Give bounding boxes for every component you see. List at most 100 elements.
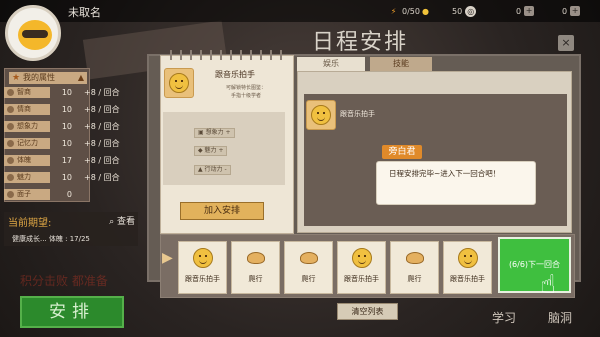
crawl-icon: [406, 252, 424, 264]
smile-icon: [311, 105, 331, 125]
join-schedule-button[interactable]: 加入安排: [180, 202, 264, 220]
card-spiral: [170, 50, 282, 60]
close-button[interactable]: ×: [558, 35, 574, 51]
attribute-increment: +8 / 回合: [84, 138, 120, 148]
slot-icon: [457, 247, 479, 269]
card-description: 可解锁特长图鉴： 手指十级学者: [225, 85, 266, 99]
attribute-row: 体魄 17 +8 / 回合: [4, 154, 144, 166]
expectation-title: 当前期望:: [8, 218, 52, 229]
narrator-bubble[interactable]: 日程安排完毕~进入下一回合吧！: [376, 161, 536, 205]
schedule-button[interactable]: 安排: [20, 296, 124, 328]
tab-entertainment[interactable]: 娱乐: [297, 57, 365, 71]
expectation-view-link[interactable]: ⌕ 查看: [109, 214, 135, 227]
slot-icon: [404, 247, 426, 269]
gem-icon: ◎: [465, 5, 477, 17]
slot-label: 跟音乐拍手: [344, 275, 379, 283]
coin-value-box: 50 ◎: [452, 4, 477, 18]
attribute-value: 10: [61, 87, 72, 97]
stat-action: ▲ 行动力 -: [194, 165, 231, 175]
player-name: 未取名: [68, 6, 101, 19]
energy-counter: ⚡ 0/50: [388, 4, 420, 18]
avatar-sunglasses: [22, 30, 48, 38]
attribute-value: 10: [61, 121, 72, 131]
attribute-value: 17: [61, 155, 72, 165]
coin-value: 50: [452, 6, 463, 16]
activity-list-item[interactable]: [306, 100, 336, 130]
crawl-icon: [300, 252, 318, 264]
attribute-value: 10: [61, 172, 72, 182]
smile-icon: [169, 73, 189, 93]
coin-icon: ●: [422, 6, 429, 16]
schedule-slot[interactable]: 爬行: [390, 241, 439, 294]
attribute-label: 体魄: [4, 154, 50, 166]
slot-label: 爬行: [248, 275, 263, 283]
attribute-value: 0: [66, 189, 72, 199]
attribute-icon: [7, 139, 14, 147]
clap-activity-icon: [164, 68, 194, 98]
gem-counter: 0 +: [516, 4, 535, 18]
smile-icon: [193, 248, 213, 268]
attribute-icon: [7, 173, 14, 181]
slot-label: 跟音乐拍手: [185, 275, 220, 283]
attribute-label: 智商: [4, 86, 50, 98]
slot-label: 爬行: [407, 275, 422, 283]
tab-skills[interactable]: 技能: [370, 57, 432, 71]
attribute-row: 魅力 10 +8 / 回合: [4, 171, 144, 183]
stat-imagination: ▣ 想象力 +: [194, 128, 235, 138]
attribute-value: 10: [61, 104, 72, 114]
gem-value: 0: [516, 6, 522, 16]
slot-icon: [245, 247, 267, 269]
attribute-label: 想象力: [4, 120, 50, 132]
attribute-icon: [7, 190, 14, 198]
strip-arrow-icon[interactable]: ▶: [162, 250, 174, 274]
card-name: 跟音乐拍手: [215, 70, 255, 79]
smile-icon: [458, 248, 478, 268]
attribute-row: 智商 10 +8 / 回合: [4, 86, 144, 98]
attribute-icon: [7, 88, 14, 96]
avatar[interactable]: [5, 5, 61, 61]
attribute-increment: +8 / 回合: [84, 121, 120, 131]
narrator-name: 旁白君: [382, 145, 422, 159]
attribute-label: 记忆力: [4, 137, 50, 149]
schedule-slot[interactable]: 跟音乐拍手: [443, 241, 492, 294]
energy-icon: ⚡: [390, 6, 397, 16]
attributes-title: ★ 我的属性 ▲: [9, 72, 87, 84]
attribute-increment: +8 / 回合: [84, 104, 120, 114]
crawl-icon: [247, 252, 265, 264]
brainstorm-tab-label[interactable]: 脑洞: [548, 309, 572, 326]
attribute-increment: +8 / 回合: [84, 155, 120, 165]
attribute-row: 想象力 10 +8 / 回合: [4, 120, 144, 132]
attribute-label: 面子: [4, 188, 50, 200]
faded-label: 积分击败 都准备: [20, 274, 108, 288]
slot-icon: [192, 247, 214, 269]
schedule-slot[interactable]: 爬行: [284, 241, 333, 294]
imagination-icon: ▣: [198, 129, 206, 136]
slot-label: 爬行: [301, 275, 316, 283]
attribute-label: 情商: [4, 103, 50, 115]
stat-charm: ◆ 魅力 +: [194, 146, 228, 156]
attribute-row: 情商 10 +8 / 回合: [4, 103, 144, 115]
slot-icon: [298, 247, 320, 269]
coin-counter: ●: [420, 4, 431, 18]
pointing-hand-icon: ☝: [540, 270, 556, 300]
clear-list-button[interactable]: 清空列表: [337, 303, 398, 320]
attribute-increment: +8 / 回合: [84, 87, 120, 97]
attribute-icon: [7, 156, 14, 164]
attribute-icon: [7, 105, 14, 113]
smile-icon: [352, 248, 372, 268]
add-ticket-button[interactable]: +: [570, 6, 581, 16]
dialog-title: 日程安排: [312, 30, 409, 55]
schedule-slot[interactable]: 跟音乐拍手: [178, 241, 227, 294]
attribute-row: 记忆力 10 +8 / 回合: [4, 137, 144, 149]
expectation-panel: 当前期望: ⌕ 查看 健康成长... 体魄 : 17/25: [4, 212, 138, 246]
schedule-slot[interactable]: 跟音乐拍手: [337, 241, 386, 294]
study-tab-label[interactable]: 学习: [492, 309, 516, 326]
ticket-counter: 0 +: [562, 4, 581, 18]
attribute-value: 10: [61, 138, 72, 148]
schedule-slot[interactable]: 爬行: [231, 241, 280, 294]
attribute-row: 面子 0: [4, 188, 144, 200]
add-gem-button[interactable]: +: [524, 6, 535, 16]
search-icon: ⌕: [109, 217, 117, 227]
attribute-label: 魅力: [4, 171, 50, 183]
activity-list-item-label: 跟音乐拍手: [340, 110, 375, 118]
